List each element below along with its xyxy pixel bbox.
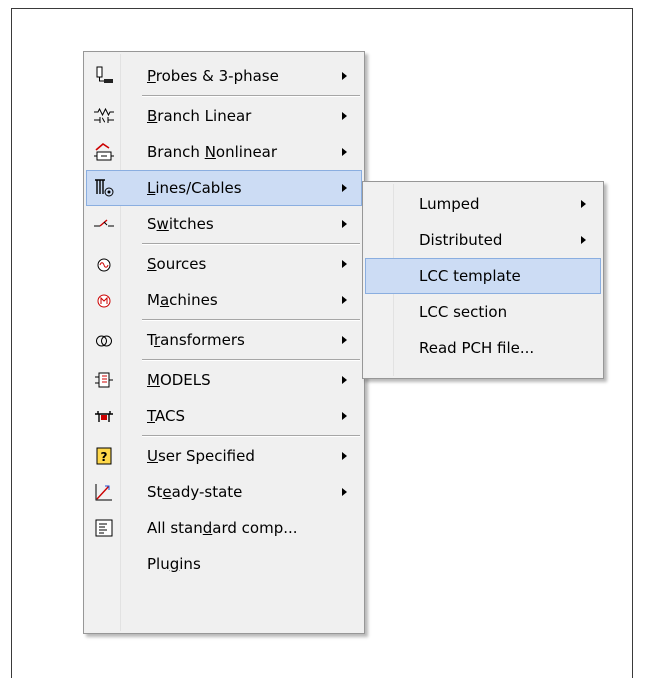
menu-item-label: All standard comp... <box>147 519 298 537</box>
menu-item-label: Steady-state <box>147 483 243 501</box>
menu-separator <box>142 435 360 437</box>
menu-item-transformers[interactable]: Transformers <box>86 322 362 358</box>
lines-cables-submenu: Lumped Distributed LCC template LCC sect… <box>362 181 604 379</box>
submenu-arrow-icon <box>342 112 347 120</box>
menu-item-user-specified[interactable]: ? User Specified <box>86 438 362 474</box>
menu-item-branch-nonlinear[interactable]: Branch Nonlinear <box>86 134 362 170</box>
menu-item-label: Transformers <box>147 331 245 349</box>
machine-icon <box>93 289 115 311</box>
menu-item-label: TACS <box>147 407 185 425</box>
models-icon <box>93 369 115 391</box>
component-list-icon <box>93 517 115 539</box>
submenu-arrow-icon <box>581 236 586 244</box>
submenu-arrow-icon <box>342 488 347 496</box>
menu-item-all-standard-components[interactable]: All standard comp... <box>86 510 362 546</box>
context-menu: Probes & 3-phase Branch Linear Branch No… <box>83 51 365 634</box>
menu-item-sources[interactable]: Sources <box>86 246 362 282</box>
submenu-arrow-icon <box>581 200 586 208</box>
menu-separator <box>142 95 360 97</box>
svg-text:?: ? <box>101 450 108 464</box>
menu-item-models[interactable]: MODELS <box>86 362 362 398</box>
submenu-item-read-pch-file[interactable]: Read PCH file... <box>365 330 601 366</box>
menu-item-label: Read PCH file... <box>419 339 535 357</box>
submenu-arrow-icon <box>342 452 347 460</box>
menu-item-label: User Specified <box>147 447 255 465</box>
menu-item-label: LCC section <box>419 303 508 321</box>
submenu-arrow-icon <box>342 72 347 80</box>
menu-item-label: Lines/Cables <box>147 179 242 197</box>
submenu-item-lcc-template[interactable]: LCC template <box>365 258 601 294</box>
probe-icon <box>93 65 115 87</box>
submenu-arrow-icon <box>342 260 347 268</box>
menu-item-lines-cables[interactable]: Lines/Cables <box>86 170 362 206</box>
menu-item-machines[interactable]: Machines <box>86 282 362 318</box>
switch-icon <box>93 213 115 235</box>
nonlinear-branch-icon <box>93 141 115 163</box>
menu-separator <box>142 243 360 245</box>
menu-item-switches[interactable]: Switches <box>86 206 362 242</box>
menu-item-label: MODELS <box>147 371 211 389</box>
menu-item-probes[interactable]: Probes & 3-phase <box>86 58 362 94</box>
resistor-icon <box>93 105 115 127</box>
submenu-arrow-icon <box>342 184 347 192</box>
steady-state-icon <box>93 481 115 503</box>
submenu-arrow-icon <box>342 296 347 304</box>
menu-item-label: Probes & 3-phase <box>147 67 279 85</box>
menu-item-branch-linear[interactable]: Branch Linear <box>86 98 362 134</box>
transformer-icon <box>93 329 115 351</box>
submenu-item-lumped[interactable]: Lumped <box>365 186 601 222</box>
tacs-icon <box>93 405 115 427</box>
submenu-arrow-icon <box>342 376 347 384</box>
user-specified-icon: ? <box>93 445 115 467</box>
menu-item-tacs[interactable]: TACS <box>86 398 362 434</box>
source-icon <box>93 253 115 275</box>
menu-separator <box>142 319 360 321</box>
submenu-item-lcc-section[interactable]: LCC section <box>365 294 601 330</box>
menu-item-label: Machines <box>147 291 218 309</box>
submenu-arrow-icon <box>342 220 347 228</box>
menu-item-label: Branch Nonlinear <box>147 143 278 161</box>
menu-item-label: Switches <box>147 215 214 233</box>
submenu-arrow-icon <box>342 336 347 344</box>
menu-item-steady-state[interactable]: Steady-state <box>86 474 362 510</box>
menu-item-label: Sources <box>147 255 207 273</box>
menu-item-label: Plugins <box>147 555 201 573</box>
menu-item-plugins[interactable]: Plugins <box>86 546 362 582</box>
submenu-arrow-icon <box>342 148 347 156</box>
menu-separator <box>142 359 360 361</box>
menu-item-label: LCC template <box>419 267 521 285</box>
submenu-arrow-icon <box>342 412 347 420</box>
line-cable-icon <box>93 177 115 199</box>
submenu-item-distributed[interactable]: Distributed <box>365 222 601 258</box>
menu-item-label: Branch Linear <box>147 107 252 125</box>
menu-item-label: Lumped <box>419 195 480 213</box>
menu-item-label: Distributed <box>419 231 503 249</box>
